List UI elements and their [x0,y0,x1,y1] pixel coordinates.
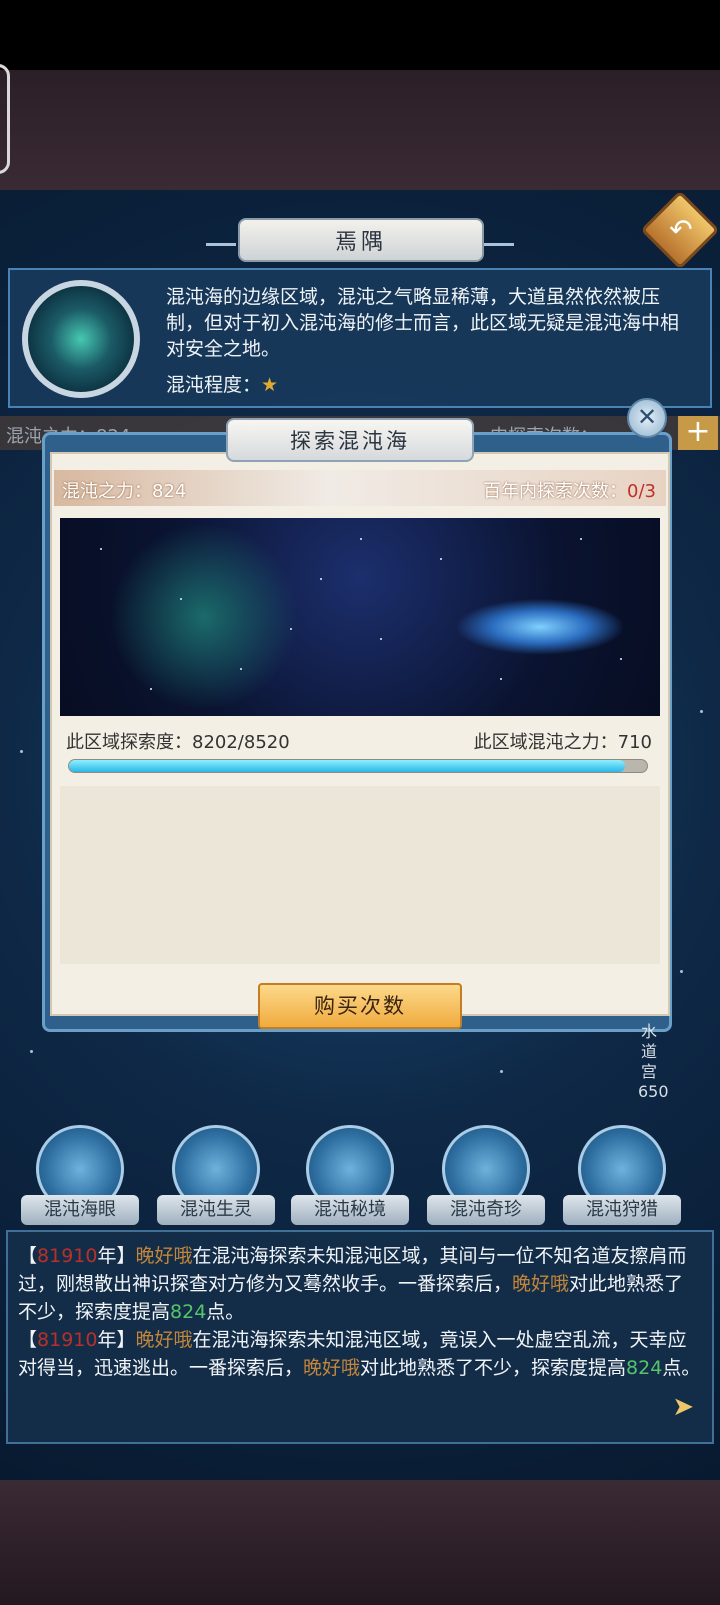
star-dot [30,1050,33,1053]
nebula-star [240,668,242,670]
log-points: 824 [170,1301,207,1323]
nebula-star [150,688,152,690]
nav-chaos-treasures[interactable]: 混沌奇珍 [427,1125,545,1225]
explore-count-value: 0/3 [627,481,656,502]
bottom-background [0,1480,720,1605]
nav-label: 混沌狩猎 [563,1195,681,1225]
chaos-level: 混沌程度：★ [166,370,278,397]
nav-label: 混沌秘境 [291,1195,409,1225]
nebula-star [580,538,582,540]
nebula-star [500,678,502,680]
nebula-star [620,658,622,660]
nav-chaos-eye[interactable]: 混沌海眼 [21,1125,139,1225]
exploration-log: 【81910年】晚好哦在混沌海探索未知混沌区域，其间与一位不知名道友擦肩而过，刚… [6,1230,714,1444]
nav-label: 混沌海眼 [21,1195,139,1225]
area-title-text: 焉隅 [334,230,387,255]
chaos-level-label: 混沌程度： [166,374,262,396]
title-wing-left [206,230,236,246]
title-wing-right [484,230,514,246]
log-bracket: 【 [18,1245,38,1267]
buy-attempts-button[interactable]: 购买次数 [258,983,462,1029]
nebula-star [360,538,362,540]
region-chaos-text: 此区域混沌之力：710 [473,732,652,753]
region-stats-row: 此区域探索度：8202/8520 此区域混沌之力：710 [66,728,652,754]
star-dot [680,970,683,973]
nebula-star [180,598,182,600]
star-dot [500,1070,503,1073]
star-dot [20,750,23,753]
area-title: 焉隅 [238,218,484,262]
log-year: 81910 [37,1329,98,1351]
chaos-power-text: 混沌之力：824 [62,481,187,502]
log-entry: 【81910年】晚好哦在混沌海探索未知混沌区域，竟误入一处虚空乱流，天幸应对得当… [18,1326,702,1382]
area-description: 混沌海的边缘区域，混沌之气略显稀薄，大道虽然依然被压制，但对于初入混沌海的修士而… [166,286,680,360]
left-edge-tab[interactable] [0,64,10,174]
region-progress-bar [68,759,648,773]
star-icon: ★ [261,374,279,396]
log-year-suffix: 年】 [97,1245,136,1267]
log-bracket: 【 [18,1329,38,1351]
close-icon[interactable]: ✕ [627,398,667,438]
top-background [0,70,720,190]
log-year: 81910 [37,1245,98,1267]
nebula-star [320,578,322,580]
plus-icon[interactable]: + [678,416,718,450]
log-points: 824 [626,1357,663,1379]
log-text: 点。 [662,1357,701,1379]
log-player-name: 晚好哦 [135,1245,193,1267]
back-arrow-icon[interactable]: ↶ [665,214,697,246]
nebula-image [60,518,660,716]
log-player-name: 晚好哦 [135,1329,193,1351]
log-player-name: 晚好哦 [303,1357,361,1379]
log-player-name: 晚好哦 [512,1273,570,1295]
modal-stats-bar: 混沌之力：824 百年内探索次数：0/3 [54,470,666,506]
region-progress-text: 此区域探索度：8202/8520 [66,732,290,753]
nebula-star [290,628,292,630]
status-bar [0,0,720,70]
nav-chaos-hunt[interactable]: 混沌狩猎 [563,1125,681,1225]
nebula-star [380,638,382,640]
side-vertical-label: 水道宫650 [638,1022,669,1101]
explore-modal-title: 探索混沌海 [226,418,474,462]
nav-label: 混沌奇珍 [427,1195,545,1225]
nav-chaos-creatures[interactable]: 混沌生灵 [157,1125,275,1225]
area-emblem [22,280,140,398]
nebula-star [100,548,102,550]
nebula-star [440,558,442,560]
nav-label: 混沌生灵 [157,1195,275,1225]
log-year-suffix: 年】 [97,1329,136,1351]
region-progress-fill [69,760,626,772]
next-arrow-icon[interactable]: ➤ [672,1392,694,1422]
log-text: 点。 [206,1301,245,1323]
log-entry: 【81910年】晚好哦在混沌海探索未知混沌区域，其间与一位不知名道友擦肩而过，刚… [18,1242,702,1326]
log-text: 对此地熟悉了不少，探索度提高 [360,1357,627,1379]
explore-count: 百年内探索次数：0/3 [483,477,656,503]
explore-count-label: 百年内探索次数： [483,481,628,502]
modal-empty-area [60,786,660,964]
star-dot [700,710,703,713]
nav-chaos-secret-realm[interactable]: 混沌秘境 [291,1125,409,1225]
